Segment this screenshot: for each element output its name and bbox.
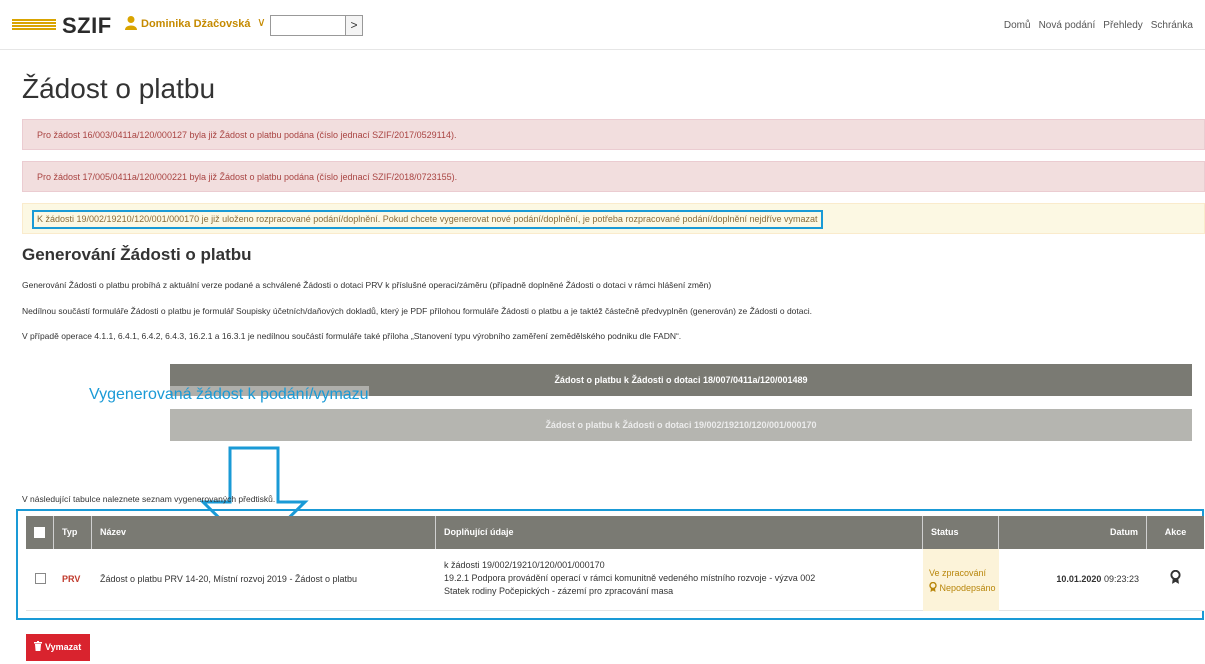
row-info-line: k žádosti 19/002/19210/120/001/000170 (444, 560, 605, 570)
section-title: Generování Žádosti o platbu (22, 245, 252, 264)
sign-ribbon-icon[interactable] (1170, 569, 1181, 584)
column-header-name[interactable]: Název (92, 516, 436, 549)
row-info-line: Statek rodiny Počepických - zázemí pro z… (444, 586, 674, 596)
nav-link-overviews[interactable]: Přehledy (1103, 20, 1142, 31)
row-date-day: 10.01.2020 (1056, 574, 1102, 584)
top-nav: Domů Nová podání Přehledy Schránka (1004, 20, 1193, 31)
top-bar: SZIF Dominika Džačovská ∨ > Domů Nová po… (0, 0, 1205, 50)
column-header-info[interactable]: Doplňující údaje (436, 516, 923, 549)
search-input[interactable] (270, 15, 346, 36)
row-checkbox[interactable] (34, 573, 46, 584)
status-unsigned-label: Nepodepsáno (939, 583, 996, 593)
ribbon-icon (929, 581, 937, 592)
select-all-checkbox[interactable] (34, 527, 45, 539)
column-header-status[interactable]: Status (923, 516, 999, 549)
alert-text: Pro žádost 17/005/0411a/120/000221 byla … (37, 172, 458, 182)
chevron-down-icon[interactable]: ∨ (257, 15, 266, 29)
alert-danger: Pro žádost 16/003/0411a/120/000127 byla … (22, 119, 1205, 150)
alert-text: K žádosti 19/002/19210/120/001/000170 je… (32, 210, 823, 229)
paragraph: Nedílnou součástí formuláře Žádosti o pl… (22, 306, 812, 316)
table-header: Typ Název Doplňující údaje Status Datum … (26, 516, 1204, 549)
alert-text: Pro žádost 16/003/0411a/120/000127 byla … (37, 130, 457, 140)
annotation-label: Vygenerovaná žádost k podání/vymazu (89, 386, 369, 404)
select-all-cell (26, 516, 54, 549)
row-status: Ve zpracování Nepodepsáno (923, 549, 999, 611)
trash-icon (34, 641, 42, 651)
column-header-date[interactable]: Datum (999, 516, 1147, 549)
brand-logo[interactable]: SZIF (62, 13, 112, 39)
column-header-actions: Akce (1164, 527, 1187, 537)
row-type: PRV (62, 574, 81, 584)
row-info: k žádosti 19/002/19210/120/001/000170 19… (436, 549, 923, 611)
row-date: 10.01.2020 09:23:23 (999, 549, 1147, 611)
status-processing: Ve zpracování (929, 568, 987, 578)
user-icon (125, 16, 137, 30)
row-date-time: 09:23:23 (1103, 574, 1139, 584)
nav-link-inbox[interactable]: Schránka (1151, 20, 1193, 31)
column-header-type[interactable]: Typ (54, 516, 92, 549)
paragraph: Generování Žádosti o platbu probíhá z ak… (22, 280, 712, 290)
paragraph: V případě operace 4.1.1, 6.4.1, 6.4.2, 6… (22, 331, 682, 341)
table-note: V následující tabulce naleznete seznam v… (22, 494, 276, 504)
nav-link-home[interactable]: Domů (1004, 20, 1031, 31)
status-unsigned: Nepodepsáno (929, 581, 999, 596)
alert-danger: Pro žádost 17/005/0411a/120/000221 byla … (22, 161, 1205, 192)
nav-link-new-submissions[interactable]: Nová podání (1039, 20, 1096, 31)
table-row: PRV Žádost o platbu PRV 14-20, Místní ro… (26, 549, 1204, 611)
delete-button-label: Vymazat (45, 642, 82, 652)
row-select-cell (26, 549, 54, 611)
page-title: Žádost o platbu (22, 73, 216, 104)
alert-warning: K žádosti 19/002/19210/120/001/000170 je… (22, 203, 1205, 234)
delete-button[interactable]: Vymazat (26, 634, 90, 661)
row-info-line: 19.2.1 Podpora provádění operací v rámci… (444, 573, 816, 583)
row-name[interactable]: Žádost o platbu PRV 14-20, Místní rozvoj… (92, 549, 436, 611)
user-menu[interactable]: Dominika Džačovská (141, 18, 250, 30)
brand-stripes-icon (12, 19, 56, 33)
search-go-button[interactable]: > (345, 15, 363, 36)
generate-payment-button-disabled[interactable]: Žádost o platbu k Žádosti o dotaci 19/00… (170, 409, 1192, 441)
row-actions (1147, 549, 1204, 611)
